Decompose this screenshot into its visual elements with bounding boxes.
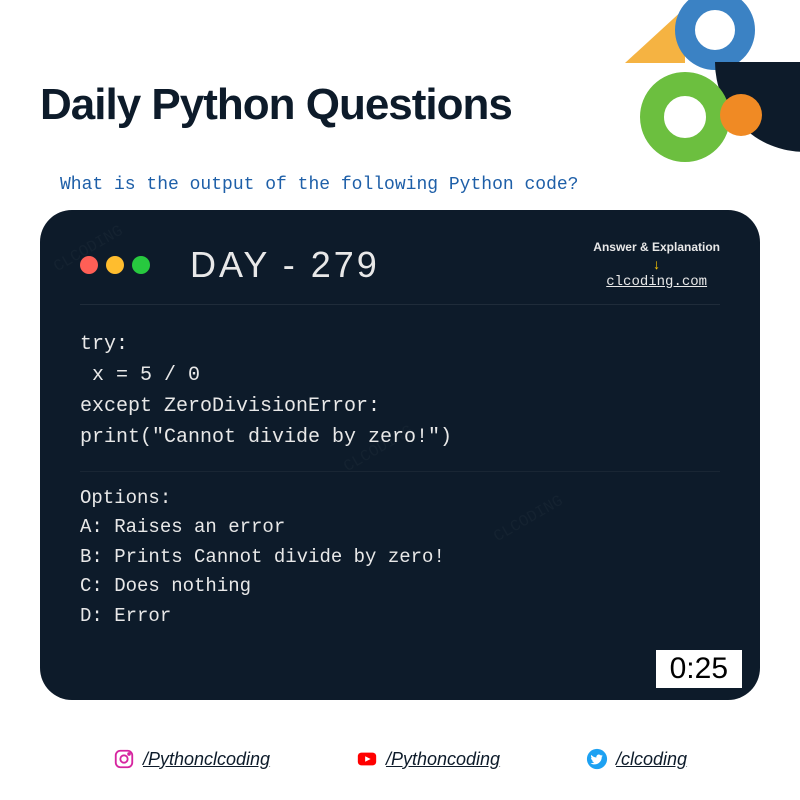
youtube-handle: /Pythoncoding	[386, 749, 500, 770]
ring-blue-shape	[675, 0, 755, 70]
option-b: B: Prints Cannot divide by zero!	[80, 543, 720, 572]
option-c: C: Does nothing	[80, 572, 720, 601]
twitter-link[interactable]: /clcoding	[586, 748, 687, 770]
decorative-shapes	[600, 0, 800, 170]
option-d: D: Error	[80, 602, 720, 631]
youtube-icon	[356, 748, 378, 770]
terminal-header: DAY - 279 Answer & Explanation ↓ clcodin…	[80, 240, 720, 305]
option-a: A: Raises an error	[80, 513, 720, 542]
page-title: Daily Python Questions	[40, 80, 512, 130]
code-terminal: CLCODING CLCODING CLCODING DAY - 279 Ans…	[40, 210, 760, 700]
dot-orange-shape	[720, 94, 762, 136]
answer-hint-label: Answer & Explanation	[593, 240, 720, 254]
window-dots	[80, 256, 150, 274]
instagram-handle: /Pythonclcoding	[143, 749, 270, 770]
options-label: Options:	[80, 484, 720, 513]
code-block: try: x = 5 / 0 except ZeroDivisionError:…	[80, 329, 720, 453]
day-label: DAY - 279	[190, 244, 380, 286]
timer-badge: 0:25	[656, 650, 742, 688]
instagram-link[interactable]: /Pythonclcoding	[113, 748, 270, 770]
youtube-link[interactable]: /Pythoncoding	[356, 748, 500, 770]
answer-link[interactable]: Answer & Explanation ↓ clcoding.com	[593, 240, 720, 290]
minimize-dot-icon	[106, 256, 124, 274]
twitter-handle: /clcoding	[616, 749, 687, 770]
answer-site-link[interactable]: clcoding.com	[606, 274, 707, 290]
options-block: Options: A: Raises an error B: Prints Ca…	[80, 471, 720, 631]
arrow-down-icon: ↓	[593, 256, 720, 272]
twitter-icon	[586, 748, 608, 770]
ring-green-shape	[640, 72, 730, 162]
close-dot-icon	[80, 256, 98, 274]
instagram-icon	[113, 748, 135, 770]
maximize-dot-icon	[132, 256, 150, 274]
social-bar: /Pythonclcoding /Pythoncoding /clcoding	[0, 748, 800, 770]
question-text: What is the output of the following Pyth…	[60, 175, 578, 195]
